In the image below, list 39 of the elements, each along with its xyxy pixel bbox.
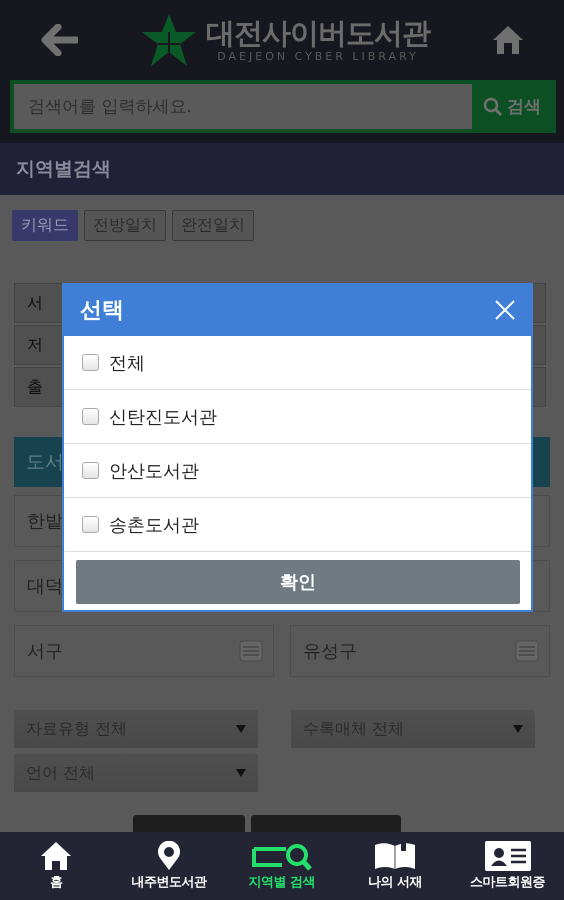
option-label[interactable]: 송촌도서관 — [109, 512, 199, 536]
option-label[interactable]: 신탄진도서관 — [109, 404, 217, 428]
search-icon — [483, 96, 503, 116]
book-icon — [372, 841, 417, 871]
field-label: 출 — [27, 376, 43, 398]
checkbox[interactable] — [82, 354, 99, 371]
list-icon — [515, 640, 539, 662]
nav-tab[interactable]: 지역별 검색 — [242, 841, 322, 891]
region-label: 유성구 — [303, 640, 357, 663]
dropdown-arrow-icon — [236, 769, 246, 777]
app-subtitle: DAEJEON CYBER LIBRARY — [217, 50, 419, 64]
dropdown-arrow-icon — [513, 725, 523, 733]
nav-tab[interactable]: 나의 서재 — [354, 841, 435, 891]
id-card-icon — [484, 841, 531, 871]
list-icon — [239, 640, 263, 662]
option-label[interactable]: 안산도서관 — [109, 458, 199, 482]
field-label: 서 — [27, 292, 43, 314]
checkbox[interactable] — [82, 516, 99, 533]
close-icon[interactable] — [495, 300, 515, 320]
home-icon[interactable] — [492, 25, 524, 55]
field-label: 저 — [27, 334, 43, 356]
search-icon — [252, 841, 312, 871]
nav-tab[interactable]: 홈 — [16, 841, 96, 891]
nav-tab[interactable]: 내주변도서관 — [129, 841, 210, 891]
back-arrow-icon[interactable] — [40, 24, 78, 56]
checkbox[interactable] — [82, 462, 99, 479]
nav-tab[interactable]: 스마트회원증 — [468, 841, 548, 891]
dialog-title: 선택 — [80, 296, 124, 324]
region-option[interactable]: 유성구 — [290, 625, 550, 677]
match-tab[interactable]: 키워드 — [12, 210, 78, 241]
dropdown-arrow-icon — [236, 725, 246, 733]
app-title: 대전사이버도서관 — [206, 16, 430, 50]
logo-icon — [140, 12, 198, 68]
map-pin-icon — [157, 841, 182, 871]
confirm-button[interactable]: 확인 — [76, 560, 520, 604]
home-icon — [40, 841, 72, 871]
checkbox[interactable] — [82, 408, 99, 425]
option-label[interactable]: 전체 — [109, 350, 145, 374]
section-title: 지역별검색 — [0, 143, 564, 195]
